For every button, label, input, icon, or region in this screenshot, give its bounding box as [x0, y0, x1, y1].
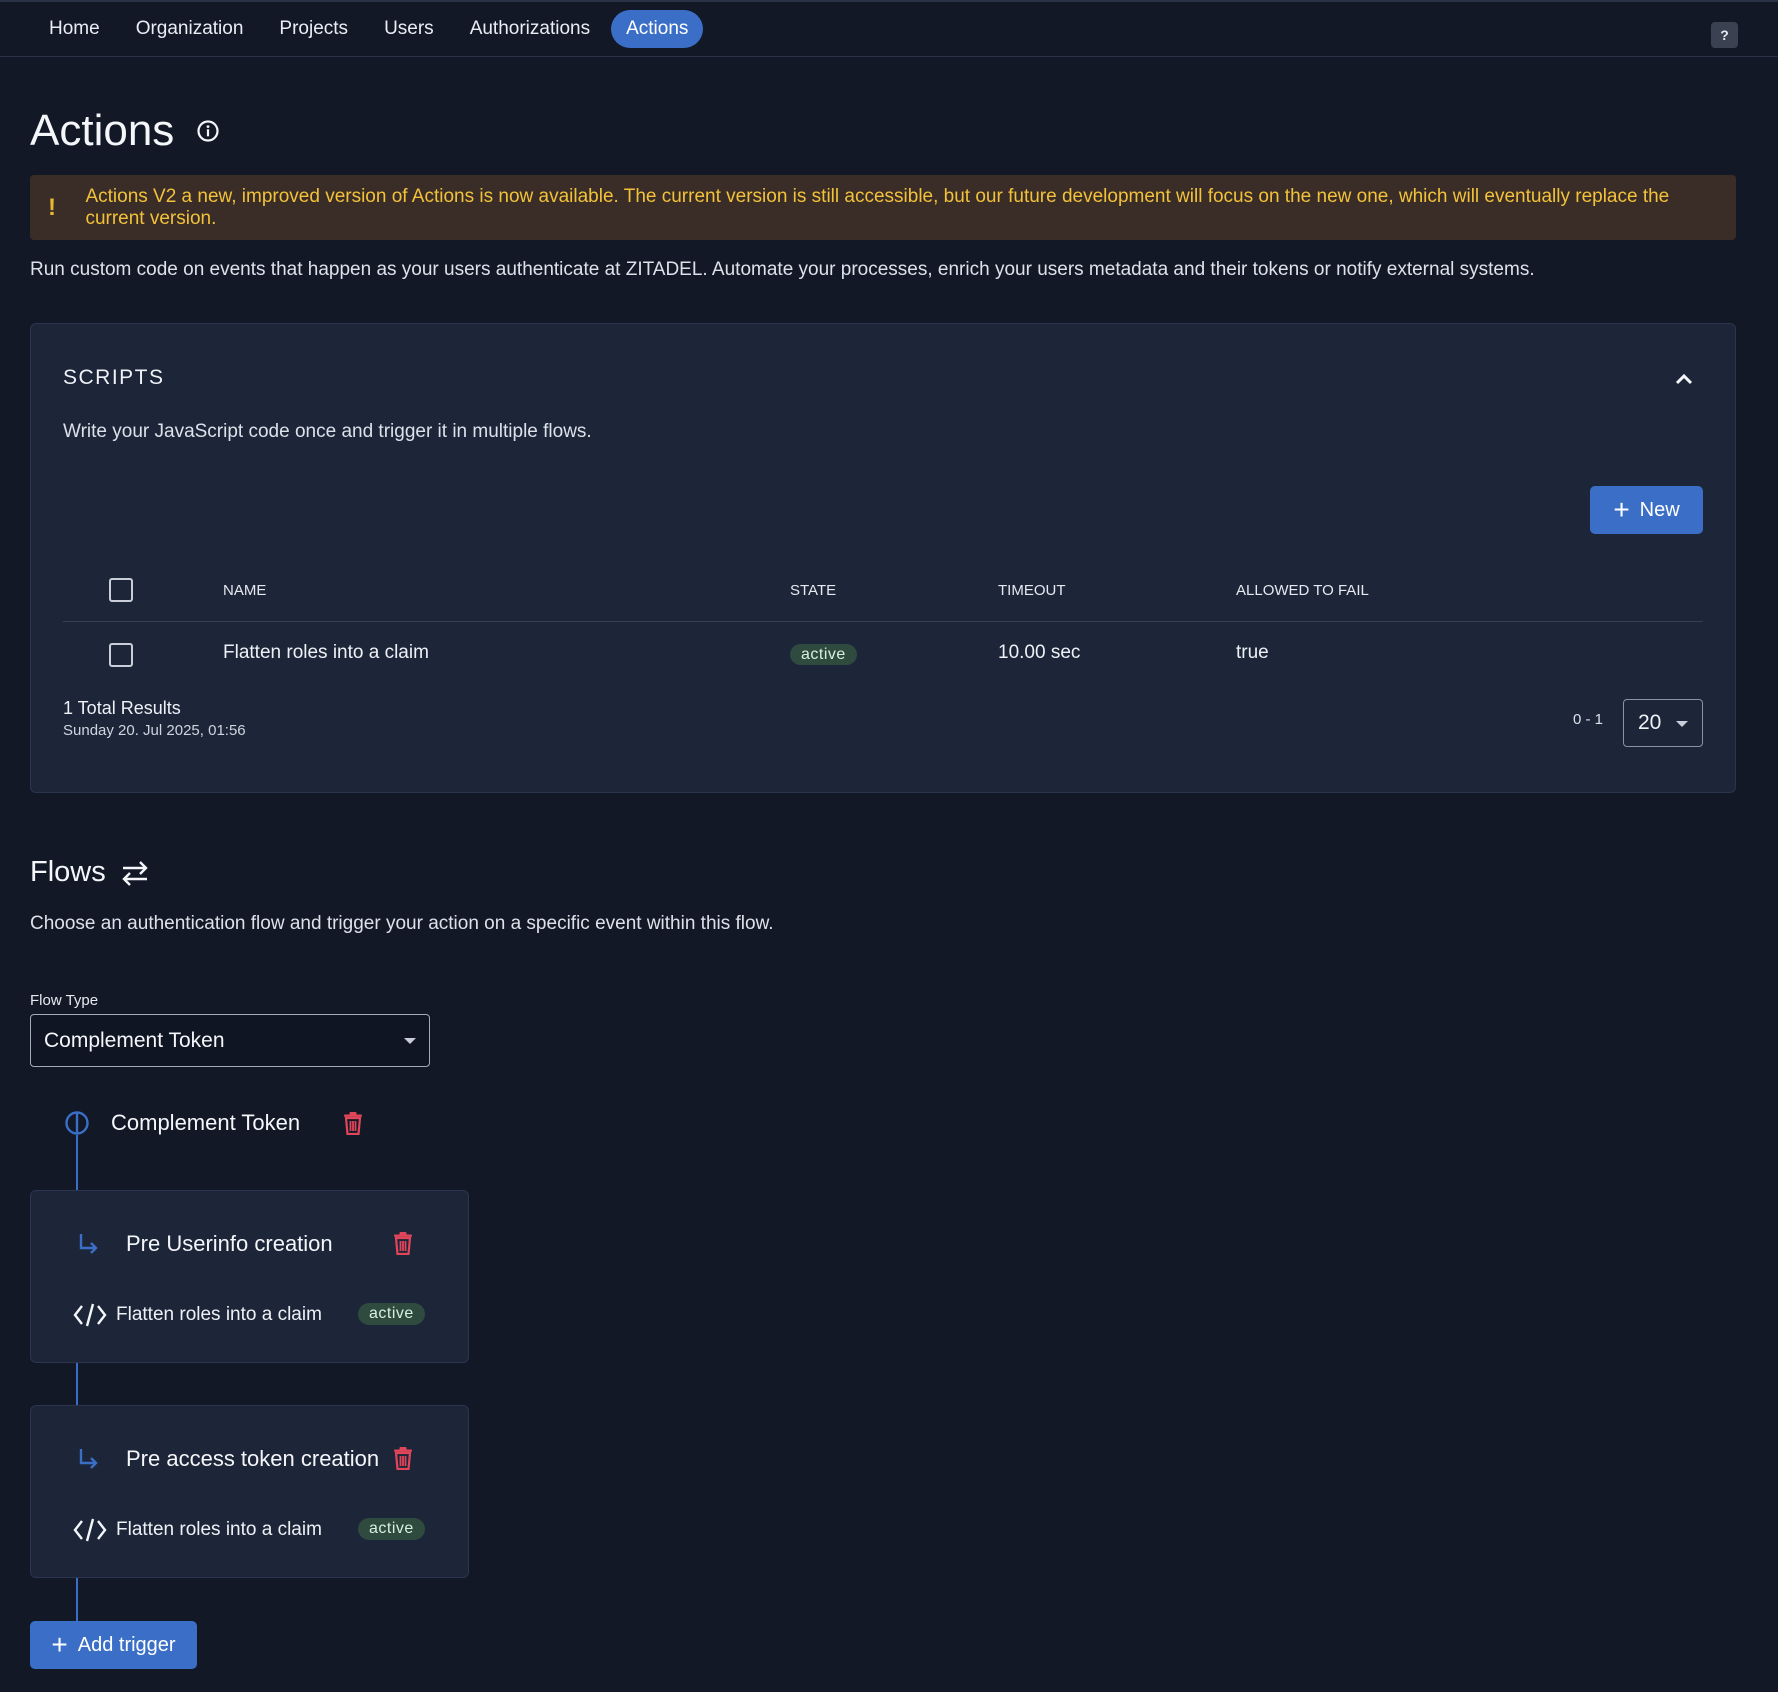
code-icon	[73, 1518, 107, 1542]
trigger-card: Pre Userinfo creation Flatten roles into…	[30, 1190, 469, 1363]
scripts-card: SCRIPTS Write your JavaScript code once …	[30, 323, 1736, 793]
add-trigger-button[interactable]: + Add trigger	[30, 1621, 197, 1669]
swap-arrows-icon	[122, 860, 148, 886]
script-name[interactable]: Flatten roles into a claim	[223, 642, 429, 664]
status-badge: active	[358, 1518, 425, 1540]
plus-icon: +	[1613, 494, 1630, 525]
state-cell: active	[790, 643, 857, 665]
top-navigation: Home Organization Projects Users Authori…	[0, 0, 1778, 57]
nav-organization[interactable]: Organization	[121, 10, 259, 48]
flows-title: Flows	[30, 856, 106, 888]
help-button[interactable]: ?	[1711, 22, 1738, 48]
table-row[interactable]: Flatten roles into a claim active 10.00 …	[63, 622, 1703, 686]
new-button-label: New	[1639, 498, 1680, 521]
results-summary: 1 Total Results Sunday 20. Jul 2025, 01:…	[63, 698, 246, 739]
results-timestamp: Sunday 20. Jul 2025, 01:56	[63, 722, 246, 739]
add-trigger-label: Add trigger	[77, 1633, 176, 1656]
timeline-line	[76, 1135, 78, 1190]
page-size-select[interactable]: 20	[1623, 699, 1703, 747]
paginator-range: 0 - 1	[1572, 711, 1603, 728]
chevron-up-icon[interactable]	[1673, 368, 1695, 390]
nav-projects[interactable]: Projects	[264, 10, 363, 48]
code-icon	[73, 1303, 107, 1327]
flow-type-value: Complement Token	[44, 1028, 225, 1052]
nav-users[interactable]: Users	[369, 10, 449, 48]
caret-down-icon	[404, 1038, 416, 1044]
warning-icon: !	[48, 193, 56, 221]
delete-trigger-trash-icon[interactable]	[392, 1231, 414, 1255]
subdirectory-arrow-icon	[79, 1234, 98, 1254]
page-description: Run custom code on events that happen as…	[30, 259, 1535, 280]
column-state[interactable]: STATE	[790, 582, 836, 599]
row-checkbox[interactable]	[109, 643, 133, 667]
delete-flow-trash-icon[interactable]	[342, 1111, 364, 1135]
deprecation-warning: ! Actions V2 a new, improved version of …	[30, 175, 1736, 240]
caret-down-icon	[1676, 721, 1688, 727]
scripts-description: Write your JavaScript code once and trig…	[63, 421, 592, 442]
flows-description: Choose an authentication flow and trigge…	[30, 913, 774, 934]
trigger-script-name[interactable]: Flatten roles into a claim	[116, 1304, 322, 1326]
nav-home[interactable]: Home	[34, 10, 115, 48]
column-timeout[interactable]: TIMEOUT	[998, 582, 1066, 599]
new-script-button[interactable]: + New	[1590, 486, 1703, 534]
page-size-value: 20	[1638, 711, 1662, 734]
script-allowed-to-fail: true	[1236, 642, 1269, 663]
flow-type-select[interactable]: Complement Token	[30, 1014, 430, 1067]
plus-icon: +	[51, 1629, 68, 1660]
flow-name: Complement Token	[111, 1110, 301, 1135]
page-title: Actions	[30, 106, 175, 155]
script-timeout: 10.00 sec	[998, 642, 1081, 663]
total-results: 1 Total Results	[63, 698, 181, 718]
flows-title-row: Flows	[30, 856, 150, 889]
timeline-line	[76, 1362, 78, 1405]
trigger-card: Pre access token creation Flatten roles …	[30, 1405, 469, 1578]
flow-header: Complement Token	[64, 1110, 364, 1136]
nav-authorizations[interactable]: Authorizations	[455, 10, 605, 48]
nav-actions[interactable]: Actions	[611, 10, 704, 48]
flow-start-icon	[65, 1111, 89, 1135]
select-all-checkbox[interactable]	[109, 578, 133, 602]
info-icon[interactable]	[196, 119, 220, 143]
status-badge: active	[358, 1303, 425, 1325]
status-badge: active	[790, 644, 857, 665]
trigger-title: Pre access token creation	[126, 1446, 380, 1471]
trigger-script-name[interactable]: Flatten roles into a claim	[116, 1519, 322, 1541]
page-title-row: Actions	[30, 106, 220, 156]
timeline-line	[76, 1578, 78, 1621]
scripts-title: SCRIPTS	[63, 366, 165, 389]
column-name[interactable]: NAME	[223, 582, 266, 599]
trigger-title: Pre Userinfo creation	[126, 1231, 333, 1256]
flow-type-label: Flow Type	[30, 992, 99, 1009]
delete-trigger-trash-icon[interactable]	[392, 1446, 414, 1470]
subdirectory-arrow-icon	[79, 1449, 98, 1469]
table-header: NAME STATE TIMEOUT ALLOWED TO FAIL	[63, 557, 1703, 622]
column-allowed-to-fail[interactable]: ALLOWED TO FAIL	[1236, 582, 1369, 599]
warning-text: Actions V2 a new, improved version of Ac…	[85, 185, 1670, 229]
